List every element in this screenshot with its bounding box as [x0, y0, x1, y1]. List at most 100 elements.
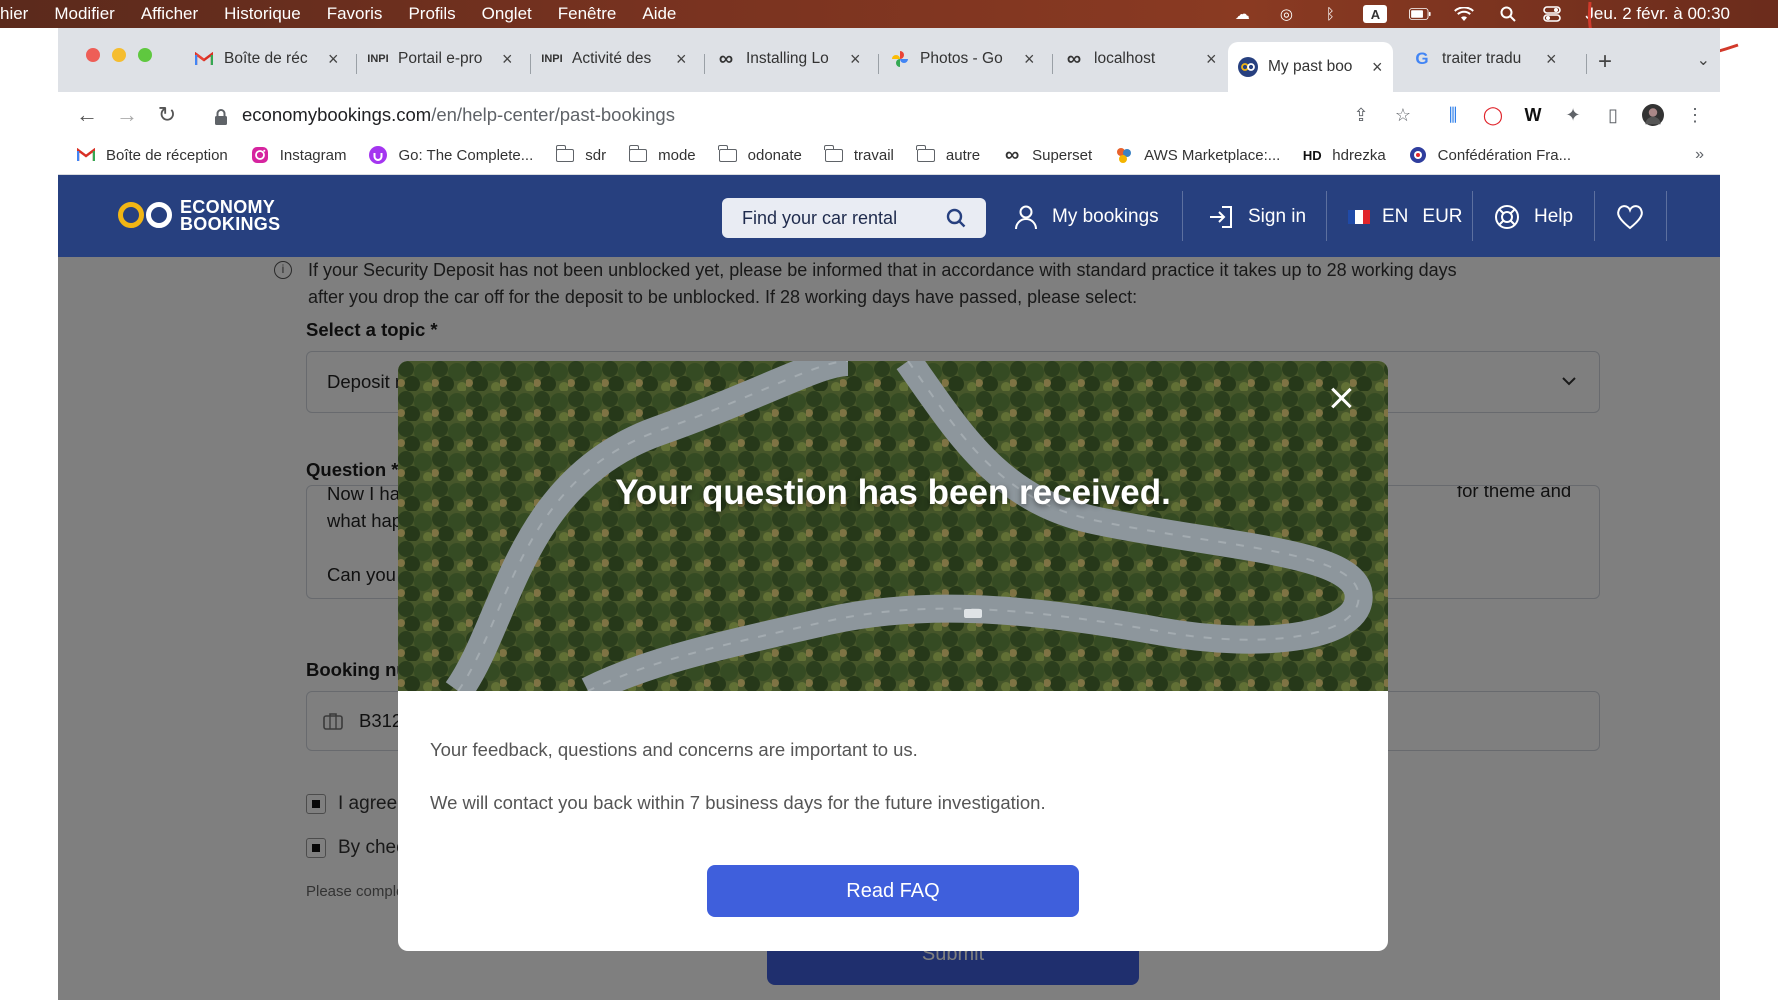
menu-onglet[interactable]: Onglet	[482, 4, 532, 24]
folder-icon	[718, 144, 738, 164]
my-bookings-label: My bookings	[1052, 206, 1159, 227]
hd-icon: HD	[1302, 147, 1322, 163]
kebab-menu-icon[interactable]: ⋮	[1684, 104, 1706, 126]
side-panel-icon[interactable]: ▯	[1602, 104, 1624, 126]
tab-label: Portail e-pro	[398, 50, 483, 67]
close-tab-icon[interactable]: ×	[1372, 57, 1383, 78]
tab-label: localhost	[1094, 50, 1156, 67]
clock[interactable]: Jeu. 2 févr. à 00:30	[1585, 4, 1730, 24]
bookmark-folder-travail[interactable]: travail	[824, 144, 894, 164]
tab-activite[interactable]: INPI Activité des ×	[541, 42, 687, 76]
spotlight-search-icon[interactable]	[1497, 5, 1519, 23]
tab-label: Photos - Go	[920, 50, 1003, 67]
wifi-icon[interactable]	[1453, 5, 1475, 23]
sign-in-link[interactable]: Sign in	[1208, 199, 1306, 235]
bookmark-superset[interactable]: ∞ Superset	[1002, 144, 1092, 166]
find-car-rental-search[interactable]: Find your car rental	[722, 198, 986, 238]
folder-icon	[916, 144, 936, 164]
extensions-puzzle-icon[interactable]: ✦	[1562, 104, 1584, 126]
gmail-icon	[194, 49, 214, 69]
close-tab-icon[interactable]: ×	[676, 49, 687, 70]
browser-toolbar: ← → ↻ economybookings.com/en/help-center…	[58, 92, 1720, 136]
battery-icon[interactable]	[1409, 5, 1431, 23]
bookmarks-overflow-icon[interactable]: »	[1695, 146, 1704, 164]
close-tab-icon[interactable]: ×	[328, 49, 339, 70]
new-tab-icon[interactable]: +	[1598, 48, 1612, 76]
menu-aide[interactable]: Aide	[642, 4, 676, 24]
tab-traiter[interactable]: G traiter tradu ×	[1412, 42, 1557, 76]
chevron-down-icon[interactable]: ⌄	[1697, 50, 1710, 70]
bookmark-instagram[interactable]: Instagram	[250, 146, 346, 164]
menu-favoris[interactable]: Favoris	[327, 4, 383, 24]
bookmark-folder-mode[interactable]: mode	[628, 144, 696, 164]
close-window-button[interactable]	[86, 48, 100, 62]
minimize-window-button[interactable]	[112, 48, 126, 62]
bookmark-label: hdrezka	[1332, 146, 1386, 164]
my-bookings-link[interactable]: My bookings	[1014, 199, 1159, 235]
forward-icon[interactable]: →	[114, 102, 140, 128]
search-icon	[946, 208, 966, 228]
bookmark-gmail[interactable]: Boîte de réception	[76, 146, 228, 164]
menu-profils[interactable]: Profils	[408, 4, 455, 24]
extension-bar-icon[interactable]: ⫼	[1442, 104, 1464, 126]
tab-installing[interactable]: ∞ Installing Lo ×	[716, 42, 861, 76]
weather-icon[interactable]: ☁	[1231, 5, 1253, 23]
bookmark-folder-autre[interactable]: autre	[916, 144, 980, 164]
menu-fichier[interactable]: hier	[0, 4, 28, 24]
close-icon[interactable]	[1326, 383, 1356, 413]
close-tab-icon[interactable]: ×	[1206, 49, 1217, 70]
menu-bar-menus: hier Modifier Afficher Historique Favori…	[0, 4, 702, 24]
folder-icon	[824, 144, 844, 164]
favorites-button[interactable]	[1616, 199, 1644, 235]
bookmark-udemy[interactable]: Go: The Complete...	[368, 146, 533, 164]
tab-gmail[interactable]: Boîte de réc ×	[194, 42, 339, 76]
zoom-window-button[interactable]	[138, 48, 152, 62]
share-icon[interactable]: ⇪	[1350, 104, 1372, 126]
bookmark-folder-sdr[interactable]: sdr	[555, 144, 606, 164]
help-link[interactable]: Help	[1494, 199, 1573, 235]
menu-modifier[interactable]: Modifier	[54, 4, 114, 24]
tab-portail[interactable]: INPI Portail e-pro ×	[367, 42, 513, 76]
bookmark-star-icon[interactable]: ☆	[1392, 104, 1414, 126]
bookmark-aws[interactable]: AWS Marketplace:...	[1114, 146, 1280, 164]
user-icon	[1015, 205, 1037, 230]
help-label: Help	[1534, 206, 1574, 227]
close-tab-icon[interactable]: ×	[850, 49, 861, 70]
bookmark-label: Boîte de réception	[106, 146, 228, 164]
tab-label: traiter tradu	[1442, 50, 1522, 67]
lock-icon[interactable]	[214, 108, 228, 125]
address-bar[interactable]: economybookings.com/en/help-center/past-…	[198, 98, 1498, 132]
google-icon: G	[1415, 49, 1429, 68]
close-tab-icon[interactable]: ×	[1024, 49, 1035, 70]
extension-opera-icon[interactable]: ◯	[1482, 104, 1504, 126]
bookmark-cfdt[interactable]: Confédération Fra...	[1408, 146, 1571, 164]
close-tab-icon[interactable]: ×	[1546, 49, 1557, 70]
input-source-indicator[interactable]: A	[1363, 5, 1388, 23]
bookmark-label: Confédération Fra...	[1437, 146, 1572, 164]
reload-icon[interactable]: ↻	[154, 102, 180, 128]
control-center-icon[interactable]	[1541, 5, 1563, 23]
modal-hero-image: Your question has been received.	[398, 361, 1388, 691]
back-icon[interactable]: ←	[74, 102, 100, 128]
close-tab-icon[interactable]: ×	[502, 49, 513, 70]
tab-strip: Boîte de réc × INPI Portail e-pro × INPI…	[58, 28, 1720, 92]
menu-fenetre[interactable]: Fenêtre	[558, 4, 617, 24]
tab-localhost[interactable]: ∞ localhost ×	[1064, 42, 1217, 76]
bookmark-hdrezka[interactable]: HD hdrezka	[1302, 146, 1386, 164]
folder-icon	[555, 144, 575, 164]
menu-historique[interactable]: Historique	[224, 4, 301, 24]
bookmark-folder-odonate[interactable]: odonate	[718, 144, 802, 164]
economybookings-logo[interactable]: ECONOMY BOOKINGS	[118, 198, 280, 233]
read-faq-button[interactable]: Read FAQ	[707, 865, 1079, 917]
profile-avatar[interactable]	[1642, 104, 1664, 126]
bluetooth-icon[interactable]: ᛒ	[1319, 5, 1341, 23]
extension-w-icon[interactable]: W	[1522, 104, 1544, 126]
tab-photos[interactable]: Photos - Go ×	[890, 42, 1035, 76]
site-header: ECONOMY BOOKINGS Find your car rental My…	[58, 175, 1720, 257]
language-currency-selector[interactable]: EN EUR	[1348, 199, 1463, 235]
udemy-icon	[368, 146, 388, 164]
tab-my-past-bookings[interactable]: My past boo ×	[1228, 42, 1393, 92]
creative-cloud-icon[interactable]: ◎	[1275, 5, 1297, 23]
menu-afficher[interactable]: Afficher	[141, 4, 198, 24]
economybookings-icon	[1238, 57, 1258, 77]
